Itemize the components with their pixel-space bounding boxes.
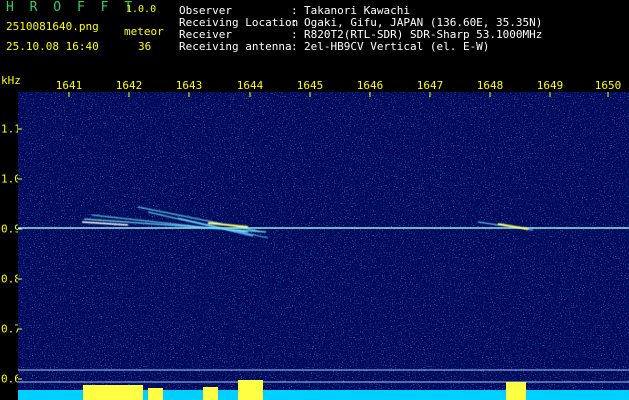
x-tick-label: 1649: [536, 79, 564, 92]
meteor-label: meteor: [124, 25, 164, 38]
info-colon: :: [291, 40, 298, 53]
meteor-count: 36: [138, 40, 152, 53]
x-tick-label: 1650: [594, 79, 622, 92]
x-tick-label: 1645: [296, 79, 324, 92]
x-tick-label: 1642: [115, 79, 143, 92]
y-axis-unit: kHz: [1, 74, 21, 87]
datetime: 25.10.08 16:40: [6, 40, 99, 53]
x-tick-label: 1643: [175, 79, 203, 92]
x-tick-label: 1646: [356, 79, 384, 92]
spectrogram-plot: [18, 92, 629, 400]
x-tick-label: 1648: [476, 79, 504, 92]
hrofft-window: H R O F F T 1.0.0 2510081640.png 25.10.0…: [0, 0, 629, 400]
x-tick-label: 1641: [55, 79, 83, 92]
x-tick-label: 1647: [416, 79, 444, 92]
x-tick-label: 1644: [236, 79, 264, 92]
app-title: H R O F F T: [6, 0, 137, 15]
filename: 2510081640.png: [6, 20, 99, 33]
info-label-antenna: Receiving antenna: [179, 40, 292, 53]
noise-texture: [18, 92, 629, 400]
header-panel: H R O F F T 1.0.0 2510081640.png 25.10.0…: [0, 0, 629, 72]
info-value-antenna: 2el-HB9CV Vertical (el. E-W): [304, 40, 490, 53]
app-version: 1.0.0: [126, 4, 157, 15]
spectrogram-svg: [18, 92, 629, 400]
